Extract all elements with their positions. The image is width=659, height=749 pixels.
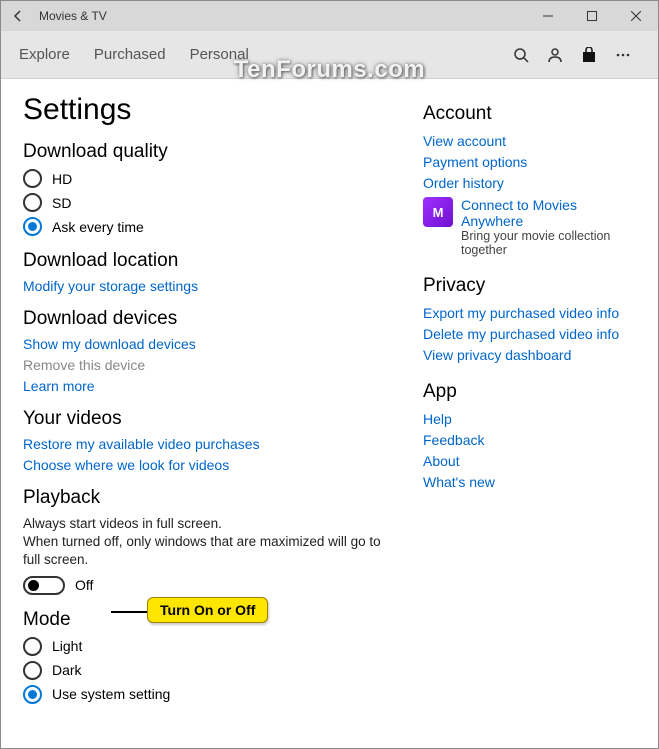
search-icon[interactable] [504, 47, 538, 63]
choose-folders-link[interactable]: Choose where we look for videos [23, 457, 393, 473]
back-button[interactable] [7, 5, 29, 27]
your-videos-heading: Your videos [23, 408, 393, 430]
download-location-heading: Download location [23, 250, 393, 272]
remove-device-link: Remove this device [23, 357, 393, 373]
restore-purchases-link[interactable]: Restore my available video purchases [23, 436, 393, 452]
radio-system[interactable]: Use system setting [23, 685, 393, 704]
radio-hd[interactable]: HD [23, 169, 393, 188]
movies-anywhere-sub: Bring your movie collection together [461, 229, 636, 257]
modify-storage-link[interactable]: Modify your storage settings [23, 278, 393, 294]
app-heading: App [423, 381, 636, 403]
whats-new-link[interactable]: What's new [423, 474, 636, 490]
tab-purchased[interactable]: Purchased [94, 46, 166, 63]
download-devices-heading: Download devices [23, 308, 393, 330]
toggle-state: Off [75, 577, 93, 593]
movies-anywhere-icon: M [423, 197, 453, 227]
user-icon[interactable] [538, 47, 572, 63]
playback-heading: Playback [23, 487, 393, 509]
radio-label: Use system setting [52, 686, 170, 702]
titlebar: Movies & TV [1, 1, 658, 31]
help-link[interactable]: Help [423, 411, 636, 427]
callout-label: Turn On or Off [147, 597, 268, 623]
window-title: Movies & TV [39, 9, 107, 23]
radio-dark[interactable]: Dark [23, 661, 393, 680]
movies-anywhere-row[interactable]: M Connect to Movies Anywhere Bring your … [423, 197, 636, 257]
tab-personal[interactable]: Personal [190, 46, 249, 63]
radio-label: HD [52, 171, 72, 187]
maximize-button[interactable] [570, 1, 614, 31]
radio-light[interactable]: Light [23, 637, 393, 656]
radio-label: Dark [52, 662, 82, 678]
view-account-link[interactable]: View account [423, 133, 636, 149]
playback-desc-2: When turned off, only windows that are m… [23, 533, 393, 569]
download-quality-heading: Download quality [23, 141, 393, 163]
radio-label: Light [52, 638, 82, 654]
more-icon[interactable] [606, 47, 640, 63]
radio-label: SD [52, 195, 71, 211]
tab-explore[interactable]: Explore [19, 46, 70, 63]
privacy-heading: Privacy [423, 275, 636, 297]
top-nav: Explore Purchased Personal [1, 31, 658, 79]
show-devices-link[interactable]: Show my download devices [23, 336, 393, 352]
close-button[interactable] [614, 1, 658, 31]
payment-options-link[interactable]: Payment options [423, 154, 636, 170]
delete-info-link[interactable]: Delete my purchased video info [423, 326, 636, 342]
radio-ask[interactable]: Ask every time [23, 217, 393, 236]
learn-more-link[interactable]: Learn more [23, 378, 393, 394]
account-heading: Account [423, 103, 636, 125]
store-icon[interactable] [572, 47, 606, 63]
page-title: Settings [23, 93, 393, 127]
minimize-button[interactable] [526, 1, 570, 31]
export-info-link[interactable]: Export my purchased video info [423, 305, 636, 321]
movies-anywhere-title: Connect to Movies Anywhere [461, 197, 636, 229]
about-link[interactable]: About [423, 453, 636, 469]
radio-label: Ask every time [52, 219, 144, 235]
playback-toggle[interactable] [23, 576, 65, 595]
order-history-link[interactable]: Order history [423, 175, 636, 191]
radio-sd[interactable]: SD [23, 193, 393, 212]
privacy-dashboard-link[interactable]: View privacy dashboard [423, 347, 636, 363]
feedback-link[interactable]: Feedback [423, 432, 636, 448]
callout-line [111, 611, 151, 613]
playback-desc-1: Always start videos in full screen. [23, 515, 393, 533]
